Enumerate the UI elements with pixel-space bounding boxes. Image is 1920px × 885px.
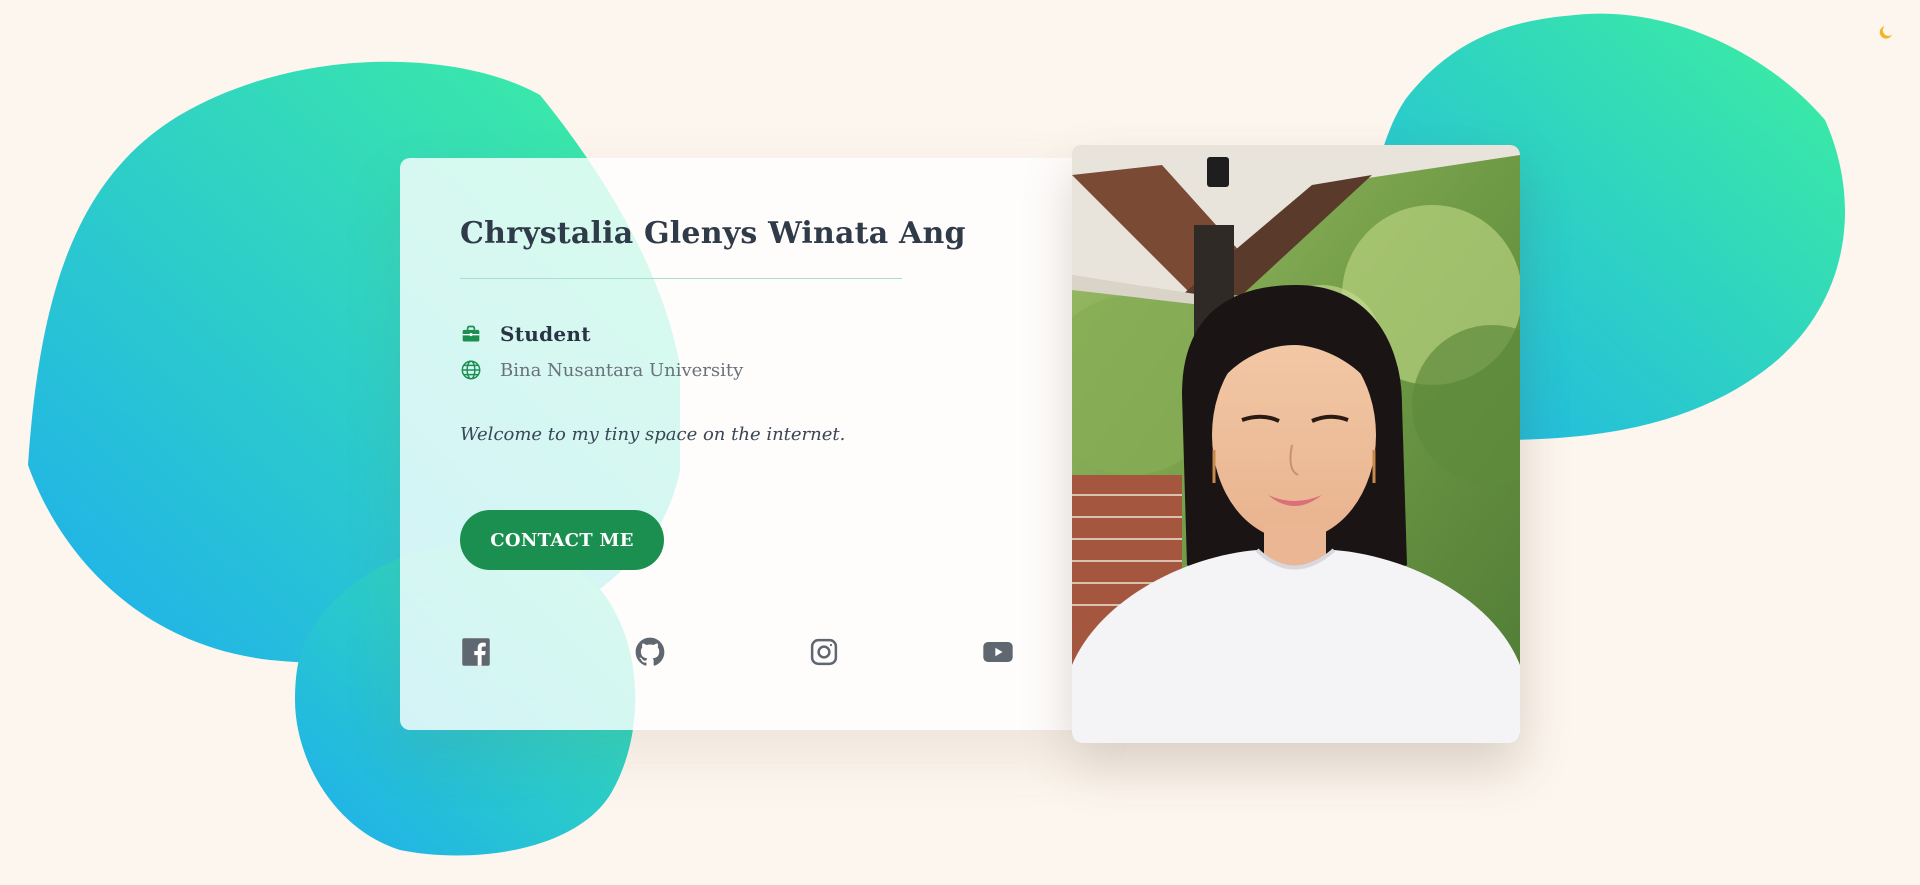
page: Chrystalia Glenys Winata Ang Student Bin… (0, 0, 1920, 885)
briefcase-icon (460, 323, 482, 345)
tagline: Welcome to my tiny space on the internet… (460, 424, 846, 445)
facebook-icon (461, 637, 491, 671)
youtube-link[interactable] (982, 638, 1014, 670)
contact-me-button[interactable]: CONTACT ME (460, 510, 664, 570)
theme-toggle-button[interactable] (1874, 22, 1898, 46)
profile-card: Chrystalia Glenys Winata Ang Student Bin… (400, 158, 1080, 730)
role-text: Student (500, 322, 591, 346)
role-row: Student (460, 322, 591, 346)
instagram-link[interactable] (808, 638, 840, 670)
moon-icon (1877, 23, 1895, 45)
instagram-icon (809, 637, 839, 671)
school-row: Bina Nusantara University (460, 359, 743, 381)
github-icon (635, 637, 665, 671)
divider (460, 278, 902, 279)
profile-name: Chrystalia Glenys Winata Ang (460, 216, 966, 251)
github-link[interactable] (634, 637, 666, 671)
school-text: Bina Nusantara University (500, 359, 744, 381)
profile-photo (1072, 145, 1520, 743)
youtube-icon (982, 636, 1014, 672)
facebook-link[interactable] (460, 638, 492, 670)
globe-icon (460, 359, 482, 381)
